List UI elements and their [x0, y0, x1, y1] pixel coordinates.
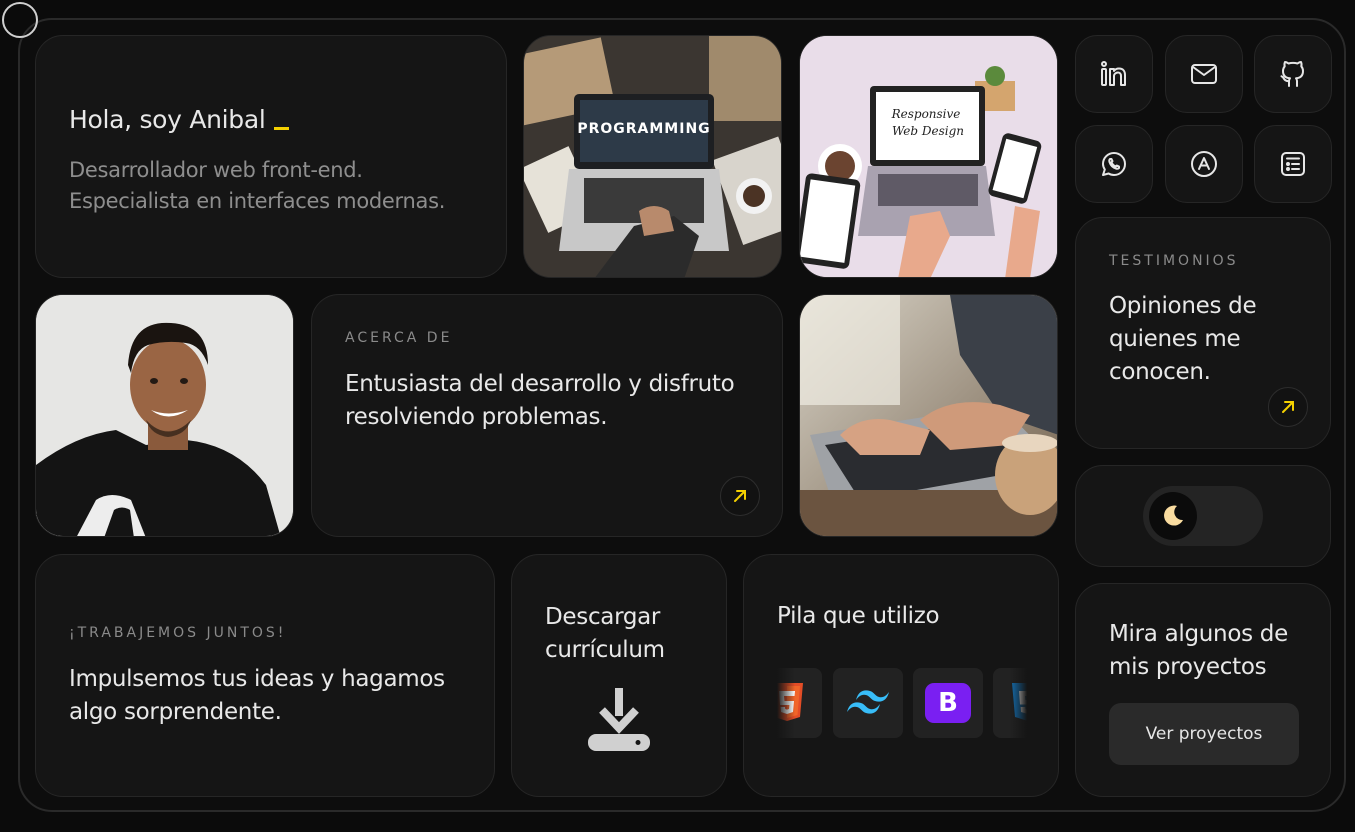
tech-stack-card: Pila que utilizo B: [743, 554, 1059, 797]
tailwind-icon: [847, 690, 889, 714]
resume-line-2: currículum: [545, 637, 665, 663]
work-together-line-2: algo sorprendente.: [69, 699, 282, 725]
download-resume-card[interactable]: Descargar currículum: [511, 554, 727, 797]
app-store-icon: [1191, 151, 1217, 177]
typing-laptop-photo: [799, 294, 1058, 537]
programming-sign-text: PROGRAMMING: [577, 121, 710, 137]
bootstrap-letter: B: [938, 688, 958, 718]
testimonials-line-2: quienes me: [1109, 326, 1241, 352]
responsive-text-line-1: Responsive: [891, 107, 961, 121]
testimonials-line-3: conocen.: [1109, 359, 1211, 385]
stack-fade-right: [1009, 668, 1027, 738]
profile-photo: [35, 294, 294, 537]
about-card[interactable]: ACERCA DE Entusiasta del desarrollo y di…: [311, 294, 783, 537]
whatsapp-button[interactable]: [1075, 125, 1153, 203]
testimonials-line-1: Opiniones de: [1109, 293, 1257, 319]
hero-line-1: Desarrollador web front-end.: [69, 158, 363, 182]
stack-item-bootstrap: B: [913, 668, 983, 738]
programming-photo: PROGRAMMING: [523, 35, 782, 278]
testimonials-eyebrow: TESTIMONIOS: [1109, 253, 1239, 269]
github-icon: [1280, 61, 1304, 87]
arrow-up-right-icon: [1282, 401, 1294, 413]
hero-greeting: Hola, soy Anibal: [69, 105, 266, 134]
projects-line-2: mis proyectos: [1109, 654, 1267, 680]
stack-item-tailwind: [833, 668, 903, 738]
mail-icon: [1191, 64, 1217, 84]
stack-carousel: B: [777, 668, 1027, 738]
stack-fade-left: [777, 668, 795, 738]
testimonials-card[interactable]: TESTIMONIOS Opiniones de quienes me cono…: [1075, 217, 1331, 449]
linkedin-icon: [1101, 61, 1126, 86]
responsive-web-design-photo: Responsive Web Design: [799, 35, 1058, 278]
theme-toggle[interactable]: [1143, 486, 1263, 546]
toggle-knob: [1149, 492, 1197, 540]
work-together-card[interactable]: ¡TRABAJEMOS JUNTOS! Impulsemos tus ideas…: [35, 554, 495, 797]
about-line-2: resolviendo problemas.: [345, 404, 608, 430]
about-line-1: Entusiasta del desarrollo y disfruto: [345, 371, 735, 397]
resume-list-icon: [1281, 152, 1305, 176]
hero-line-2: Especialista en interfaces modernas.: [69, 189, 446, 213]
github-button[interactable]: [1254, 35, 1332, 113]
moon-icon: [1164, 505, 1183, 526]
about-eyebrow: ACERCA DE: [345, 330, 453, 346]
stack-title: Pila que utilizo: [777, 603, 940, 629]
resume-line-1: Descargar: [545, 604, 661, 630]
bootstrap-icon: B: [925, 683, 971, 723]
download-icon: [588, 688, 650, 751]
linkedin-button[interactable]: [1075, 35, 1153, 113]
email-button[interactable]: [1165, 35, 1243, 113]
arrow-up-right-icon: [734, 490, 746, 502]
projects-card: Mira algunos de mis proyectos Ver proyec…: [1075, 583, 1331, 797]
about-arrow-button[interactable]: [720, 476, 760, 516]
responsive-text-line-2: Web Design: [892, 124, 964, 138]
view-projects-button[interactable]: Ver proyectos: [1109, 703, 1299, 765]
app-store-button[interactable]: [1165, 125, 1243, 203]
work-together-eyebrow: ¡TRABAJEMOS JUNTOS!: [69, 625, 287, 641]
testimonials-arrow-button[interactable]: [1268, 387, 1308, 427]
cursor-bar: [273, 127, 289, 130]
hero-card: Hola, soy Anibal Desarrollador web front…: [35, 35, 507, 278]
work-together-line-1: Impulsemos tus ideas y hagamos: [69, 666, 445, 692]
theme-toggle-card: [1075, 465, 1331, 567]
resume-list-button[interactable]: [1254, 125, 1332, 203]
whatsapp-icon: [1102, 152, 1126, 176]
projects-line-1: Mira algunos de: [1109, 621, 1288, 647]
corner-ring-icon: [2, 2, 38, 38]
